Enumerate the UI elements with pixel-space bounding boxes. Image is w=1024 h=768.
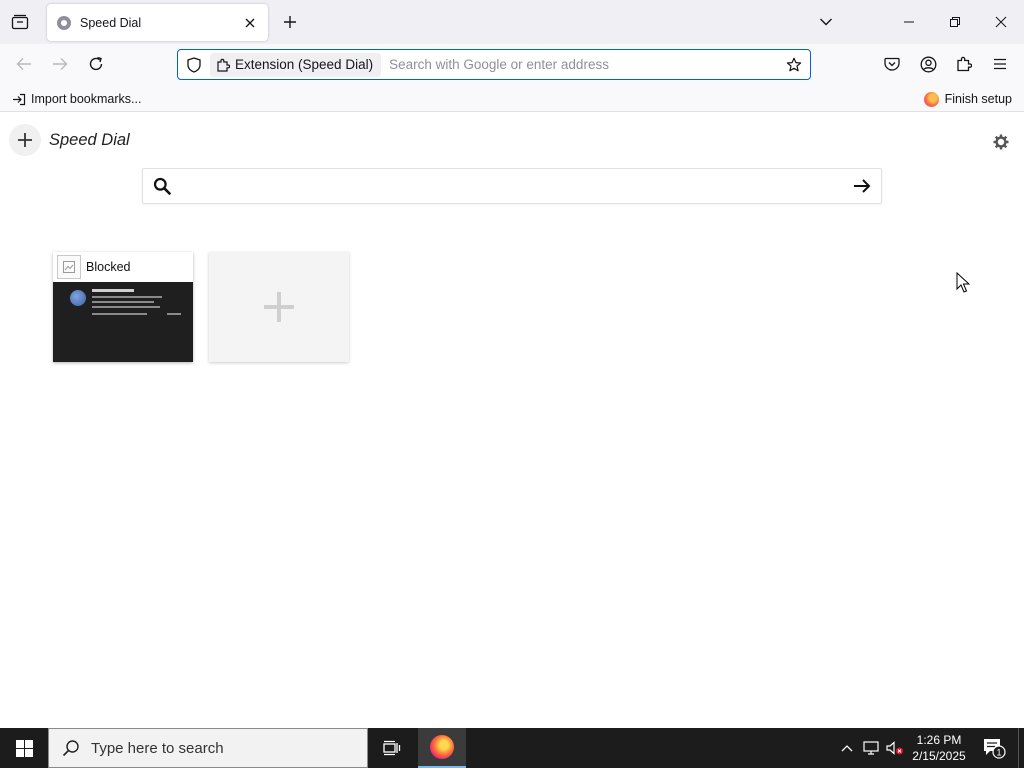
thumbnail-text-line bbox=[167, 313, 181, 315]
chevron-up-icon bbox=[841, 745, 853, 752]
extensions-button[interactable] bbox=[949, 49, 979, 79]
finish-setup-label: Finish setup bbox=[944, 92, 1012, 106]
arrow-right-icon bbox=[854, 179, 871, 193]
thumbnail-text-line bbox=[92, 296, 162, 298]
chevron-down-icon bbox=[820, 18, 832, 26]
thumbnail-text-line bbox=[92, 313, 147, 315]
shield-icon bbox=[187, 56, 201, 73]
plus-icon bbox=[18, 133, 32, 147]
finish-setup-button[interactable]: Finish setup bbox=[920, 88, 1016, 110]
network-button[interactable] bbox=[860, 728, 882, 768]
notification-count: 1 bbox=[996, 748, 1001, 758]
windows-taskbar: Type here to search 1:26 PM 2/15/2025 1 bbox=[0, 728, 1024, 768]
extension-favicon-icon bbox=[57, 15, 71, 30]
address-bar[interactable]: Extension (Speed Dial) bbox=[177, 49, 811, 80]
restore-button[interactable] bbox=[932, 0, 978, 44]
reload-icon bbox=[89, 56, 103, 71]
thumbnail-text-line bbox=[92, 301, 154, 303]
search-icon bbox=[143, 168, 181, 204]
pocket-button[interactable] bbox=[877, 49, 907, 79]
list-all-tabs-button[interactable] bbox=[812, 8, 840, 36]
tab-close-button[interactable] bbox=[240, 13, 260, 33]
hamburger-menu-icon bbox=[994, 58, 1006, 70]
volume-button[interactable] bbox=[884, 728, 906, 768]
task-view-icon bbox=[383, 740, 401, 756]
plus-icon bbox=[264, 292, 294, 322]
firefox-logo-icon bbox=[430, 735, 454, 759]
windows-logo-icon bbox=[15, 739, 33, 757]
firefox-logo-icon bbox=[923, 91, 939, 107]
start-button[interactable] bbox=[0, 728, 48, 768]
import-bookmarks-label: Import bookmarks... bbox=[31, 92, 142, 106]
tab-overview-button[interactable] bbox=[4, 6, 36, 38]
plus-icon bbox=[284, 16, 296, 28]
task-view-button[interactable] bbox=[368, 728, 416, 768]
search-icon bbox=[53, 728, 89, 768]
page-title: Speed Dial bbox=[49, 131, 130, 149]
star-icon bbox=[786, 57, 802, 71]
reload-button[interactable] bbox=[81, 49, 111, 79]
taskbar-search-box[interactable]: Type here to search bbox=[48, 728, 368, 768]
tab-speed-dial[interactable]: Speed Dial bbox=[47, 4, 268, 41]
back-button[interactable] bbox=[9, 49, 39, 79]
globe-icon bbox=[70, 290, 86, 306]
url-input[interactable] bbox=[381, 51, 780, 78]
tracking-protection-button[interactable] bbox=[180, 51, 208, 79]
tab-strip: Speed Dial bbox=[0, 0, 1024, 44]
dial-thumbnail bbox=[53, 282, 193, 362]
close-icon bbox=[995, 16, 1007, 28]
puzzle-piece-icon bbox=[217, 58, 230, 72]
forward-button[interactable] bbox=[45, 49, 75, 79]
back-arrow-icon bbox=[16, 58, 31, 70]
app-menu-button[interactable] bbox=[985, 49, 1015, 79]
bookmark-page-button[interactable] bbox=[780, 51, 808, 79]
forward-arrow-icon bbox=[53, 58, 68, 70]
new-tab-button[interactable] bbox=[276, 8, 304, 36]
speed-dial-page: Speed Dial Blocked bbox=[0, 113, 1024, 728]
mouse-cursor-icon bbox=[956, 272, 970, 293]
clock-date: 2/15/2025 bbox=[912, 749, 966, 763]
dial-tile[interactable]: Blocked bbox=[53, 252, 193, 362]
clock-time: 1:26 PM bbox=[916, 733, 962, 747]
show-hidden-icons-button[interactable] bbox=[836, 728, 858, 768]
minimize-button[interactable] bbox=[886, 0, 932, 44]
taskbar-clock[interactable]: 1:26 PM 2/15/2025 bbox=[906, 730, 972, 766]
volume-muted-icon bbox=[886, 741, 903, 755]
settings-button[interactable] bbox=[990, 131, 1012, 153]
notification-icon: 1 bbox=[984, 739, 1006, 759]
close-window-button[interactable] bbox=[978, 0, 1024, 44]
bookmarks-toolbar: Import bookmarks... Finish setup bbox=[0, 85, 1024, 112]
close-icon bbox=[245, 18, 255, 27]
speed-dial-search-input[interactable] bbox=[181, 170, 843, 202]
import-bookmarks-button[interactable]: Import bookmarks... bbox=[8, 88, 145, 110]
extension-identity-box[interactable]: Extension (Speed Dial) bbox=[210, 52, 382, 77]
dial-label: Blocked bbox=[86, 260, 131, 274]
action-center-button[interactable]: 1 bbox=[978, 728, 1010, 768]
thumbnail-text-line bbox=[92, 289, 134, 292]
network-icon bbox=[863, 741, 879, 755]
speed-dial-search-box bbox=[142, 168, 882, 204]
add-dial-button[interactable] bbox=[9, 124, 41, 156]
gear-icon bbox=[993, 134, 1009, 150]
account-button[interactable] bbox=[913, 49, 943, 79]
tab-title: Speed Dial bbox=[80, 15, 142, 30]
taskbar-firefox-button[interactable] bbox=[418, 728, 466, 768]
taskbar-search-placeholder: Type here to search bbox=[91, 739, 224, 757]
restore-icon bbox=[950, 17, 960, 27]
import-icon bbox=[13, 93, 26, 105]
dial-header: Blocked bbox=[53, 252, 193, 282]
puzzle-piece-icon bbox=[957, 56, 972, 72]
minimize-icon bbox=[904, 21, 914, 23]
identity-label: Extension (Speed Dial) bbox=[235, 57, 374, 72]
thumbnail-text-line bbox=[92, 306, 160, 308]
tab-overview-icon bbox=[11, 14, 29, 30]
blocked-page-favicon-icon bbox=[57, 255, 81, 279]
show-desktop-button[interactable] bbox=[1018, 728, 1024, 768]
navigation-toolbar: Extension (Speed Dial) bbox=[0, 44, 1024, 85]
account-icon bbox=[920, 56, 936, 72]
add-dial-tile[interactable] bbox=[209, 252, 349, 362]
search-submit-button[interactable] bbox=[843, 168, 881, 204]
pocket-icon bbox=[884, 57, 900, 71]
